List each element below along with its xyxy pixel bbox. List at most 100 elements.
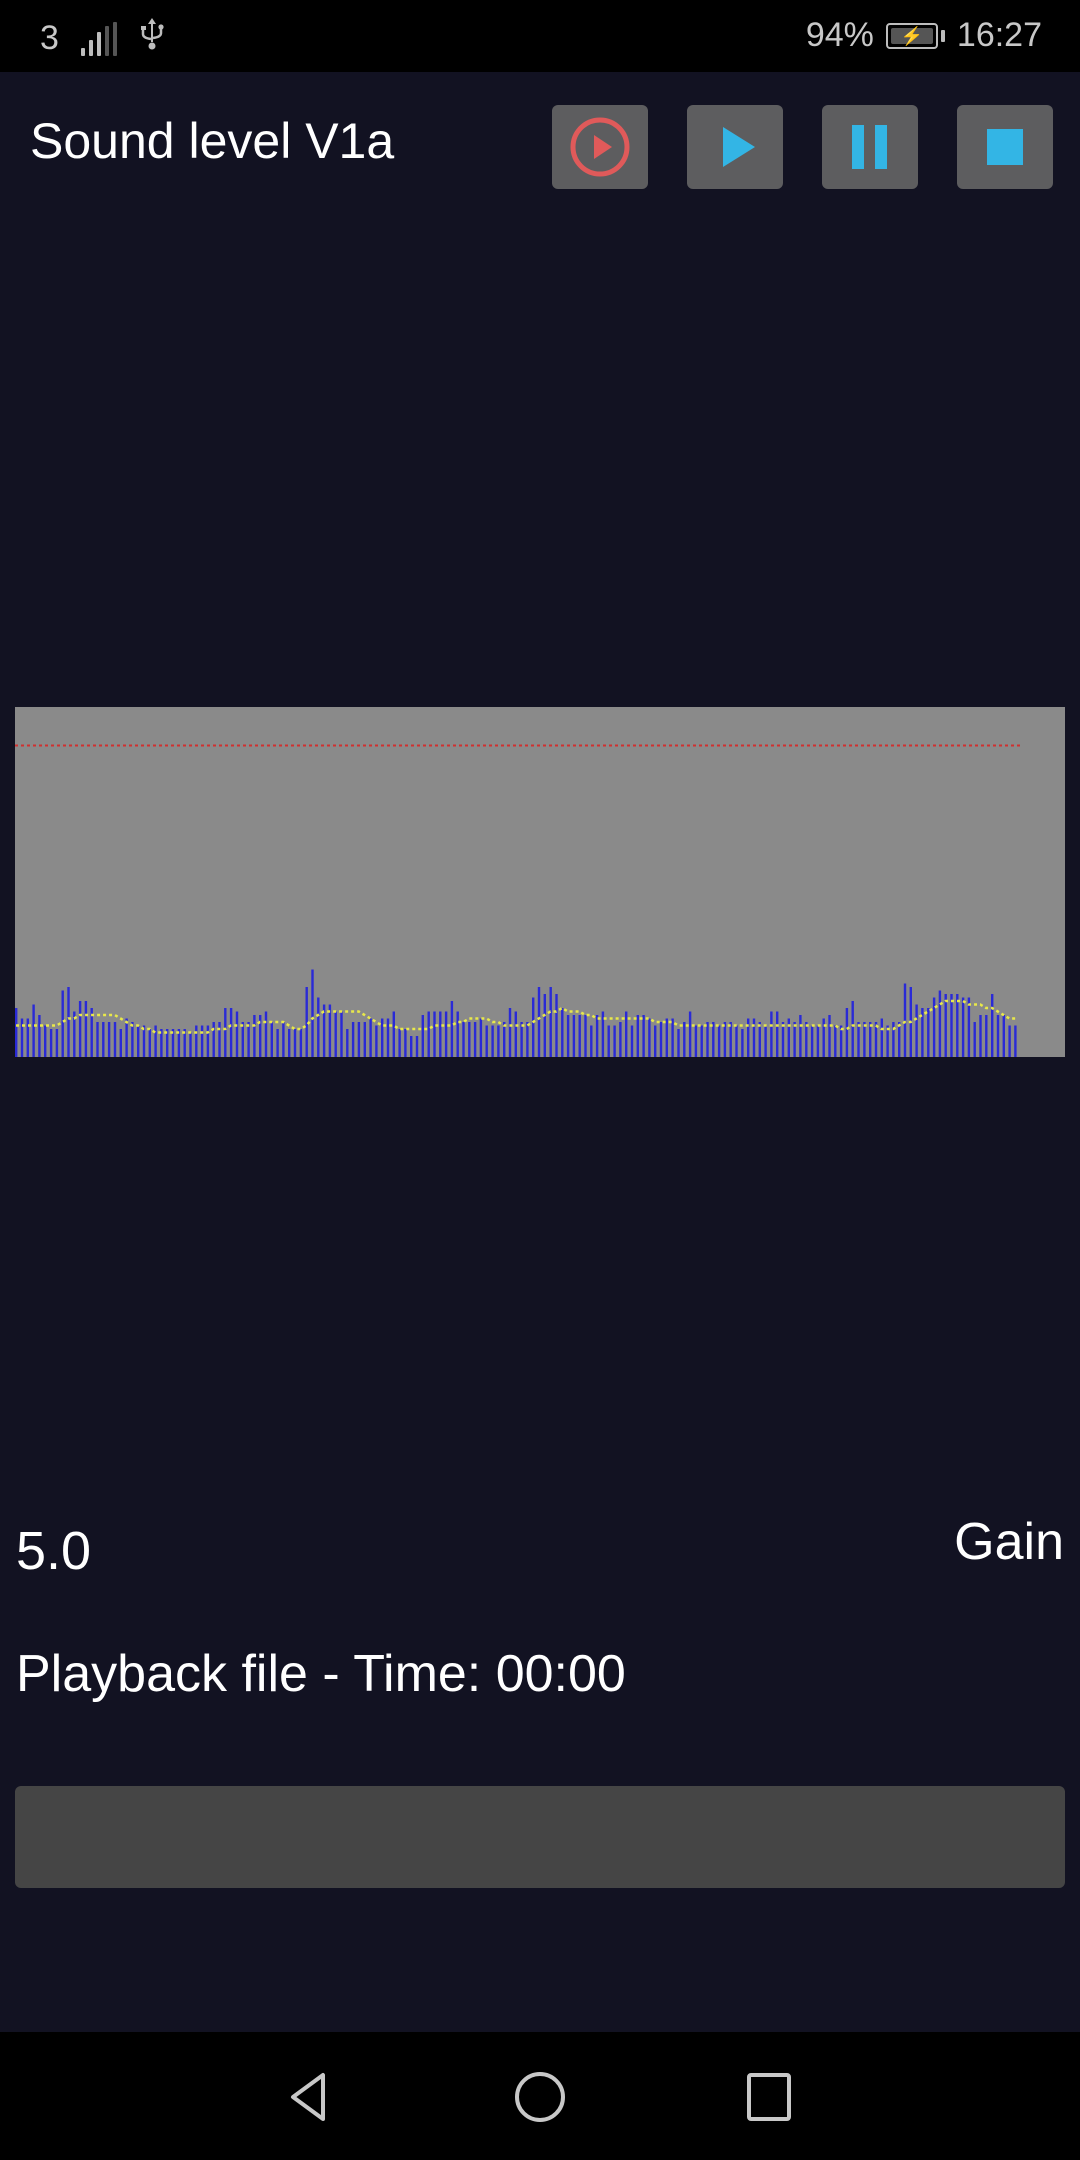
level-bar [625, 1011, 628, 1057]
level-bar [119, 1029, 122, 1057]
level-bar [218, 1022, 221, 1057]
level-bar [15, 1008, 18, 1057]
level-bar [508, 1008, 512, 1057]
clock: 16:27 [956, 16, 1042, 54]
level-bar [805, 1022, 808, 1057]
level-bar [729, 1022, 732, 1057]
level-bar [572, 1015, 576, 1057]
navigation-bar [0, 2032, 1080, 2160]
level-bar [985, 1015, 988, 1057]
level-bar [288, 1029, 291, 1057]
level-bar [927, 1008, 930, 1057]
level-bar [148, 1029, 151, 1057]
level-bar [44, 1025, 47, 1057]
level-bar [961, 997, 965, 1057]
level-bar [578, 1015, 581, 1057]
level-bar [206, 1025, 210, 1057]
status-bar: 3 94% ⚡ 16:27 [0, 0, 1080, 72]
level-bar [735, 1025, 738, 1057]
level-bar [630, 1025, 634, 1057]
level-bar [793, 1022, 796, 1057]
level-bar [189, 1032, 192, 1057]
level-bar [898, 1022, 901, 1057]
level-bar [468, 1022, 471, 1057]
level-bar [532, 997, 535, 1057]
level-bar [450, 1001, 454, 1057]
level-bar [462, 1022, 465, 1057]
level-bar [863, 1022, 866, 1057]
level-bar [375, 1025, 378, 1057]
level-bar [991, 994, 994, 1057]
record-play-button[interactable] [552, 105, 648, 189]
level-bar [311, 969, 314, 1057]
level-bar [677, 1029, 680, 1057]
level-bar [439, 1011, 442, 1057]
stop-icon [987, 129, 1023, 165]
level-bar [282, 1022, 285, 1057]
level-bar [537, 987, 541, 1057]
level-bar [456, 1011, 459, 1057]
playback-progress-bar[interactable] [15, 1786, 1065, 1888]
back-button[interactable] [264, 2052, 354, 2142]
play-button[interactable] [687, 105, 783, 189]
level-bar [741, 1029, 744, 1057]
level-bar [683, 1022, 686, 1057]
level-bar [595, 1015, 599, 1057]
level-bar [636, 1015, 639, 1057]
level-bar [32, 1004, 35, 1057]
level-bar [967, 997, 971, 1057]
level-bar [497, 1025, 500, 1057]
usb-icon [139, 16, 165, 61]
level-bar [758, 1022, 761, 1057]
level-bar [503, 1022, 506, 1057]
level-bar [996, 1015, 1000, 1057]
level-bar [619, 1022, 622, 1057]
level-bar [561, 1008, 564, 1057]
level-bar [479, 1018, 483, 1057]
level-bar [1014, 1025, 1017, 1057]
level-bar [956, 994, 959, 1057]
level-bar [212, 1022, 215, 1057]
level-bar [642, 1015, 645, 1057]
recents-button[interactable] [724, 2052, 814, 2142]
level-bar [526, 1022, 529, 1057]
battery-percent: 94% [805, 16, 874, 54]
level-bar [433, 1011, 436, 1057]
level-bar [305, 987, 308, 1057]
pause-button[interactable] [822, 105, 918, 189]
level-bar [67, 987, 70, 1057]
level-bar [195, 1025, 198, 1057]
level-bar [78, 1001, 82, 1057]
level-bar [357, 1022, 361, 1057]
level-bar [566, 1015, 570, 1057]
level-bar [299, 1029, 303, 1057]
level-bar [415, 1036, 419, 1057]
level-bar [317, 997, 320, 1057]
level-bar [671, 1018, 674, 1057]
level-bar [1008, 1025, 1011, 1057]
level-bar [857, 1022, 860, 1057]
level-bar [979, 1015, 982, 1057]
level-bar [828, 1015, 831, 1057]
level-bar [543, 994, 546, 1057]
level-bar [973, 1022, 976, 1057]
level-bar [264, 1011, 268, 1057]
home-button[interactable] [495, 2052, 585, 2142]
level-bar [514, 1011, 517, 1057]
carrier-label: 3 [40, 19, 59, 57]
level-bar [770, 1011, 773, 1057]
level-bar [49, 1029, 53, 1057]
chart-svg [15, 744, 1020, 1057]
level-bar [665, 1018, 668, 1057]
level-bar [229, 1008, 233, 1057]
level-bar [590, 1025, 593, 1057]
level-bar [717, 1025, 721, 1057]
level-bar [485, 1025, 488, 1057]
level-bar [270, 1022, 273, 1057]
stop-button[interactable] [957, 105, 1053, 189]
level-bar [107, 1022, 111, 1057]
level-bar [61, 990, 64, 1057]
play-icon [723, 127, 755, 167]
level-bar [869, 1022, 872, 1057]
level-bar [944, 994, 947, 1057]
